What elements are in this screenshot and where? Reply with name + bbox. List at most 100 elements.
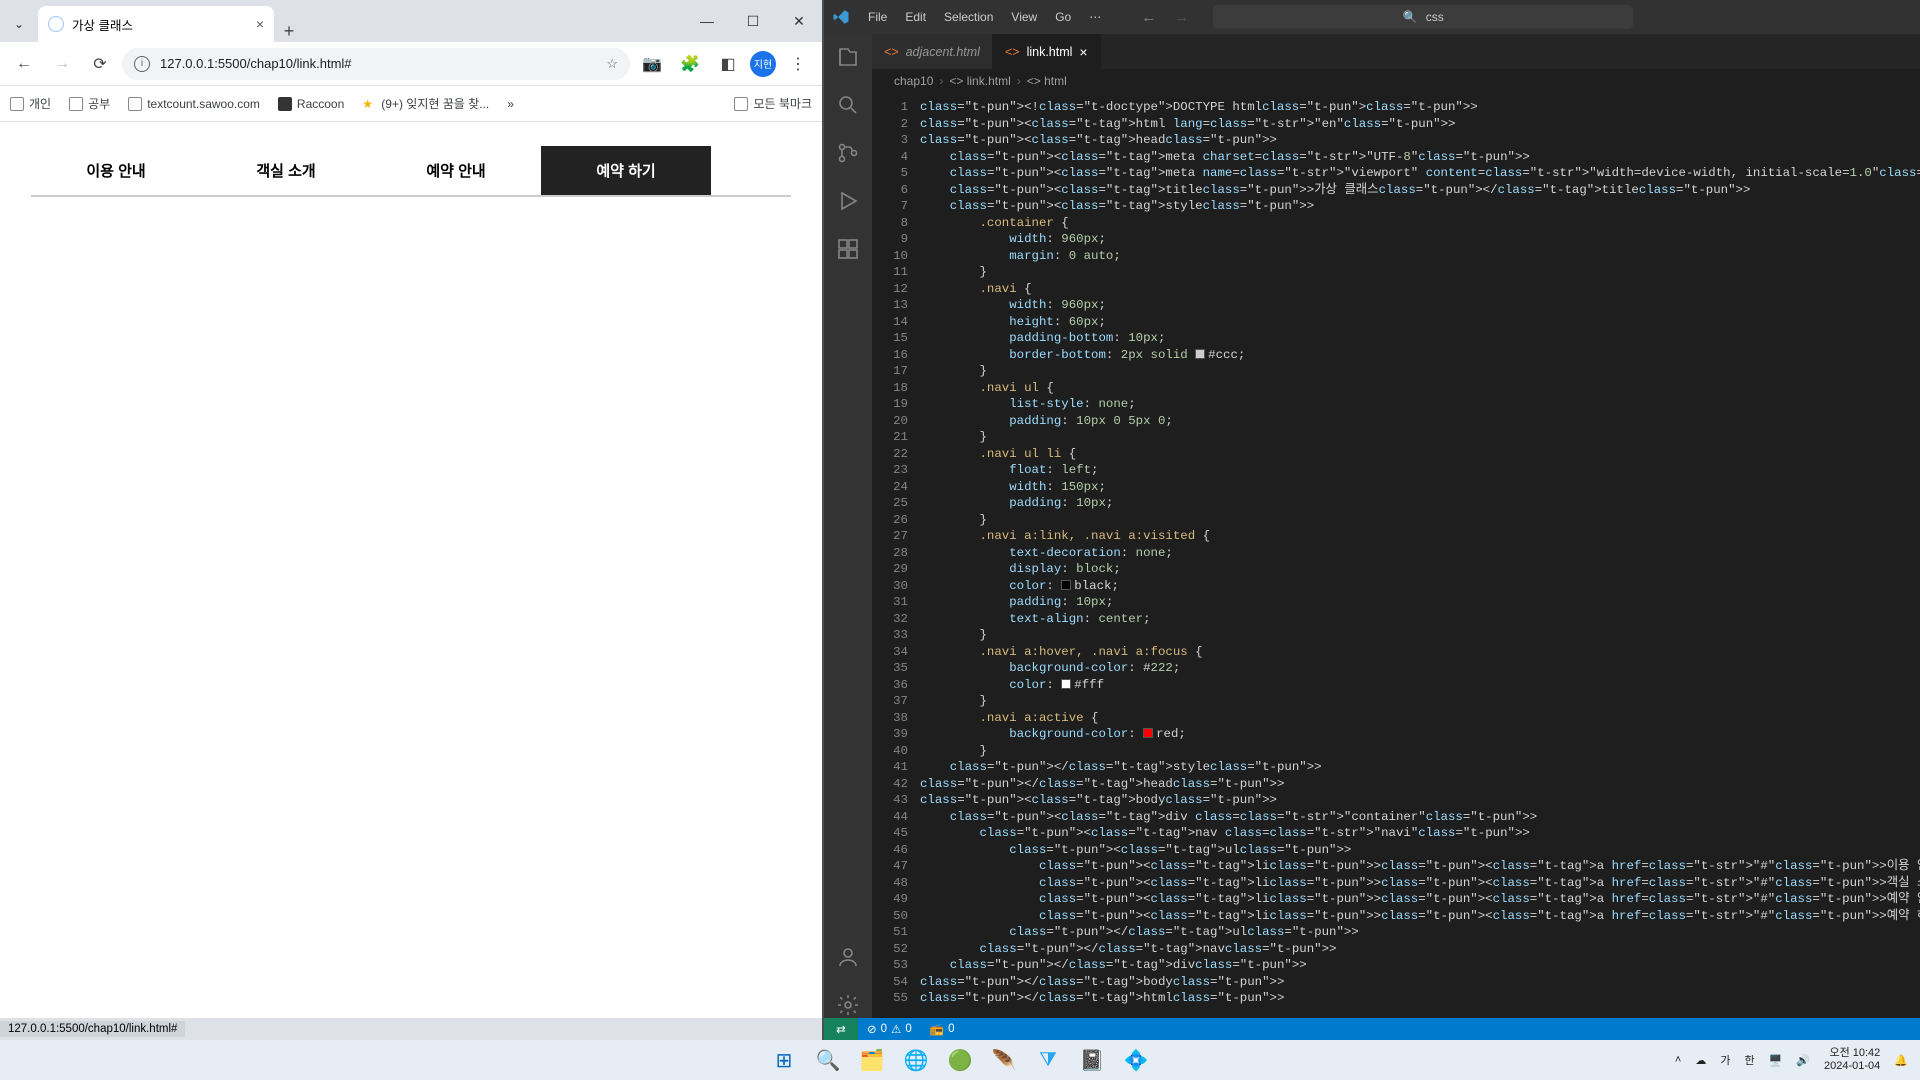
new-tab-button[interactable]: + bbox=[274, 21, 304, 42]
remote-indicator[interactable]: ⇄ bbox=[824, 1018, 858, 1040]
ports-indicator[interactable]: 📻 0 bbox=[921, 1022, 964, 1036]
bookmark-item[interactable]: 공부 bbox=[69, 95, 110, 112]
bookmarks-bar: 개인 공부 textcount.sawoo.com Raccoon ★(9+) … bbox=[0, 86, 822, 122]
taskbar-search-icon[interactable]: 🔍 bbox=[810, 1042, 846, 1078]
taskbar-clock[interactable]: 오전 10:42 2024-01-04 bbox=[1824, 1047, 1880, 1073]
run-debug-icon[interactable] bbox=[835, 188, 861, 214]
profile-avatar[interactable]: 지현 bbox=[750, 51, 776, 77]
menu-item[interactable]: Go bbox=[1047, 6, 1079, 28]
start-button[interactable]: ⊞ bbox=[766, 1042, 802, 1078]
menu-item[interactable]: View bbox=[1003, 6, 1045, 28]
vscode-taskbar-icon[interactable]: ⧩ bbox=[1030, 1042, 1066, 1078]
clock-date: 2024-01-04 bbox=[1824, 1060, 1880, 1073]
search-icon[interactable] bbox=[835, 92, 861, 118]
breadcrumb-item[interactable]: <> link.html bbox=[949, 74, 1010, 88]
bookmark-item[interactable]: ★(9+) 잊지현 꿈을 찾... bbox=[362, 95, 489, 112]
folder-icon bbox=[734, 97, 748, 111]
editor-tab[interactable]: <>link.html× bbox=[993, 34, 1101, 69]
nav-history: ← → bbox=[1141, 9, 1189, 26]
nav-link[interactable]: 예약 안내 bbox=[371, 146, 541, 195]
menu-bar: FileEditSelectionViewGo⋯ bbox=[860, 6, 1109, 28]
camera-icon[interactable]: 📷 bbox=[636, 48, 668, 80]
extensions-icon[interactable]: 🧩 bbox=[674, 48, 706, 80]
bookmark-label: textcount.sawoo.com bbox=[147, 97, 260, 111]
breadcrumb-item[interactable]: <> html bbox=[1027, 74, 1067, 88]
demo-nav: 이용 안내객실 소개예약 안내예약 하기 bbox=[31, 146, 791, 197]
chrome-window: ⌄ 가상 클래스 × + — ☐ ✕ ← → ⟳ i 127.0.0.1:550… bbox=[0, 0, 824, 1040]
breadcrumb[interactable]: chap10›<> link.html›<> html bbox=[872, 69, 1920, 93]
chrome-toolbar: ← → ⟳ i 127.0.0.1:5500/chap10/link.html#… bbox=[0, 42, 822, 86]
editor-group: <>adjacent.html<>link.html× ▷ ◫ ⋯ chap10… bbox=[872, 34, 1920, 1018]
bookmark-label: 개인 bbox=[29, 95, 51, 112]
source-control-icon[interactable] bbox=[835, 140, 861, 166]
close-button[interactable]: ✕ bbox=[776, 0, 822, 42]
chrome-menu-icon[interactable]: ⋮ bbox=[782, 48, 814, 80]
notion-icon[interactable]: 📓 bbox=[1074, 1042, 1110, 1078]
menu-overflow-icon[interactable]: ⋯ bbox=[1081, 6, 1109, 28]
nav-link[interactable]: 객실 소개 bbox=[201, 146, 371, 195]
breadcrumb-item[interactable]: chap10 bbox=[894, 74, 933, 88]
all-bookmarks-button[interactable]: 모든 북마크 bbox=[734, 95, 812, 112]
bookmark-label: (9+) 잊지현 꿈을 찾... bbox=[381, 95, 489, 112]
ime-mode[interactable]: 한 bbox=[1744, 1052, 1754, 1068]
slack-icon[interactable]: 💠 bbox=[1118, 1042, 1154, 1078]
tab-close-icon[interactable]: × bbox=[1079, 44, 1087, 60]
site-info-icon[interactable]: i bbox=[134, 56, 150, 72]
avatar-initial: 지현 bbox=[754, 56, 772, 71]
ime-indicator[interactable]: 가 bbox=[1720, 1052, 1730, 1068]
side-panel-icon[interactable]: ◧ bbox=[712, 48, 744, 80]
extensions-icon[interactable] bbox=[835, 236, 861, 262]
folder-icon bbox=[69, 97, 83, 111]
code-editor[interactable]: 1234567891011121314151617181920212223242… bbox=[872, 93, 1920, 1018]
nav-forward-icon[interactable]: → bbox=[1174, 9, 1189, 26]
maximize-button[interactable]: ☐ bbox=[730, 0, 776, 42]
volume-icon[interactable]: 🔊 bbox=[1796, 1054, 1810, 1067]
reload-button[interactable]: ⟳ bbox=[84, 48, 116, 80]
bookmark-item[interactable]: Raccoon bbox=[278, 97, 344, 111]
onedrive-icon[interactable]: ☁ bbox=[1695, 1054, 1706, 1067]
tab-label: link.html bbox=[1027, 45, 1073, 59]
nav-link[interactable]: 이용 안내 bbox=[31, 146, 201, 195]
status-url: 127.0.0.1:5500/chap10/link.html# bbox=[0, 1021, 185, 1037]
problems-indicator[interactable]: ⊘ 0 ⚠ 0 bbox=[858, 1022, 921, 1036]
menu-item[interactable]: File bbox=[860, 6, 895, 28]
file-explorer-icon[interactable]: 🗂️ bbox=[854, 1042, 890, 1078]
bookmark-item[interactable]: textcount.sawoo.com bbox=[128, 97, 260, 111]
tab-close-icon[interactable]: × bbox=[256, 16, 264, 32]
vscode-titlebar: FileEditSelectionViewGo⋯ ← → 🔍 css — ☐ ✕ bbox=[824, 0, 1920, 34]
menu-item[interactable]: Selection bbox=[936, 6, 1001, 28]
nav-link[interactable]: 예약 하기 bbox=[541, 146, 711, 195]
chrome-tabstrip: ⌄ 가상 클래스 × + — ☐ ✕ bbox=[0, 0, 822, 42]
editor-tab[interactable]: <>adjacent.html bbox=[872, 34, 993, 69]
line-gutter: 1234567891011121314151617181920212223242… bbox=[872, 93, 920, 1018]
bookmarks-overflow-icon[interactable]: » bbox=[507, 97, 514, 111]
chrome-icon[interactable]: 🌐 bbox=[898, 1042, 934, 1078]
tab-favicon bbox=[48, 16, 64, 32]
edge-icon[interactable]: 🟢 bbox=[942, 1042, 978, 1078]
browser-tab[interactable]: 가상 클래스 × bbox=[38, 6, 274, 42]
minimize-button[interactable]: — bbox=[684, 0, 730, 42]
nav-back-icon[interactable]: ← bbox=[1141, 9, 1156, 26]
app-icon[interactable]: 🪶 bbox=[986, 1042, 1022, 1078]
omnibox[interactable]: i 127.0.0.1:5500/chap10/link.html# ☆ bbox=[122, 48, 630, 80]
bookmark-label: 모든 북마크 bbox=[753, 95, 812, 112]
notifications-icon[interactable]: 🔔 bbox=[1894, 1054, 1908, 1067]
command-center[interactable]: 🔍 css bbox=[1213, 5, 1633, 29]
tab-title: 가상 클래스 bbox=[72, 15, 133, 34]
bookmark-star-icon[interactable]: ☆ bbox=[606, 56, 618, 72]
code-lines[interactable]: class="t-pun"><!class="t-doctype">DOCTYP… bbox=[920, 93, 1920, 1018]
explorer-icon[interactable] bbox=[835, 44, 861, 70]
chrome-window-controls: — ☐ ✕ bbox=[684, 0, 822, 42]
settings-gear-icon[interactable] bbox=[835, 992, 861, 1018]
menu-item[interactable]: Edit bbox=[897, 6, 934, 28]
rendered-page: 이용 안내객실 소개예약 안내예약 하기 bbox=[0, 122, 822, 1018]
network-icon[interactable]: 🖥️ bbox=[1769, 1054, 1783, 1067]
accounts-icon[interactable] bbox=[835, 944, 861, 970]
chrome-status-bar: 127.0.0.1:5500/chap10/link.html# bbox=[0, 1018, 822, 1040]
bookmark-item[interactable]: 개인 bbox=[10, 95, 51, 112]
forward-button[interactable]: → bbox=[46, 48, 78, 80]
clock-time: 오전 10:42 bbox=[1824, 1047, 1880, 1060]
back-button[interactable]: ← bbox=[8, 48, 40, 80]
tab-search-button[interactable]: ⌄ bbox=[0, 6, 38, 42]
tray-chevron-icon[interactable]: ˄ bbox=[1675, 1054, 1681, 1066]
